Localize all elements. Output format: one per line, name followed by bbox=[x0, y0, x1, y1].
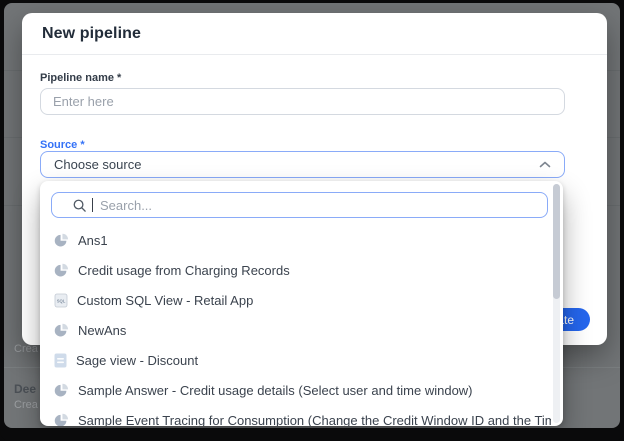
source-option-label: Credit usage from Charging Records bbox=[78, 263, 290, 278]
sql-view-icon: SQL bbox=[54, 293, 68, 308]
source-option[interactable]: Sample Answer - Credit usage details (Se… bbox=[40, 375, 551, 405]
source-select-value: Choose source bbox=[54, 157, 141, 172]
source-option[interactable]: Sample Event Tracing for Consumption (Ch… bbox=[40, 405, 551, 426]
answer-pie-icon bbox=[54, 233, 69, 248]
source-option-label: Custom SQL View - Retail App bbox=[77, 293, 253, 308]
dimmed-background-overlay: Crea Dee Crea New pipeline Pipeline name… bbox=[4, 3, 620, 428]
dropdown-scrollbar-track[interactable] bbox=[553, 184, 560, 423]
answer-pie-icon bbox=[54, 383, 69, 398]
modal-title: New pipeline bbox=[42, 25, 141, 43]
background-created-text: Crea bbox=[14, 399, 38, 411]
source-label: Source * bbox=[40, 139, 85, 151]
text-cursor bbox=[92, 198, 93, 212]
chevron-up-icon bbox=[539, 161, 551, 168]
source-option-label: Sample Answer - Credit usage details (Se… bbox=[78, 383, 473, 398]
search-input[interactable] bbox=[98, 193, 547, 217]
source-option[interactable]: NewAns bbox=[40, 315, 551, 345]
source-option-label: NewAns bbox=[78, 323, 126, 338]
background-item-title: Dee bbox=[14, 382, 36, 396]
document-view-icon bbox=[54, 353, 67, 368]
pipeline-name-input[interactable] bbox=[40, 88, 565, 115]
pipeline-name-label: Pipeline name * bbox=[40, 72, 121, 84]
answer-pie-icon bbox=[54, 263, 69, 278]
window-frame: Crea Dee Crea New pipeline Pipeline name… bbox=[0, 0, 624, 441]
source-option[interactable]: Sage view - Discount bbox=[40, 345, 551, 375]
source-option[interactable]: Ans1 bbox=[40, 225, 551, 255]
source-dropdown-panel: Ans1 Credit usage from Charging Records … bbox=[40, 181, 563, 426]
source-option[interactable]: Credit usage from Charging Records bbox=[40, 255, 551, 285]
answer-pie-icon bbox=[54, 413, 69, 427]
dropdown-scrollbar-thumb[interactable] bbox=[553, 184, 560, 299]
source-options-list: Ans1 Credit usage from Charging Records … bbox=[40, 225, 551, 426]
search-icon bbox=[72, 198, 87, 213]
dropdown-search-box[interactable] bbox=[51, 192, 548, 218]
svg-text:SQL: SQL bbox=[57, 298, 66, 303]
source-option-label: Sage view - Discount bbox=[76, 353, 198, 368]
answer-pie-icon bbox=[54, 323, 69, 338]
source-select[interactable]: Choose source bbox=[40, 151, 565, 178]
source-option-label: Ans1 bbox=[78, 233, 108, 248]
source-option[interactable]: SQL Custom SQL View - Retail App bbox=[40, 285, 551, 315]
modal-header-divider bbox=[22, 54, 607, 55]
source-option-label: Sample Event Tracing for Consumption (Ch… bbox=[78, 413, 551, 427]
